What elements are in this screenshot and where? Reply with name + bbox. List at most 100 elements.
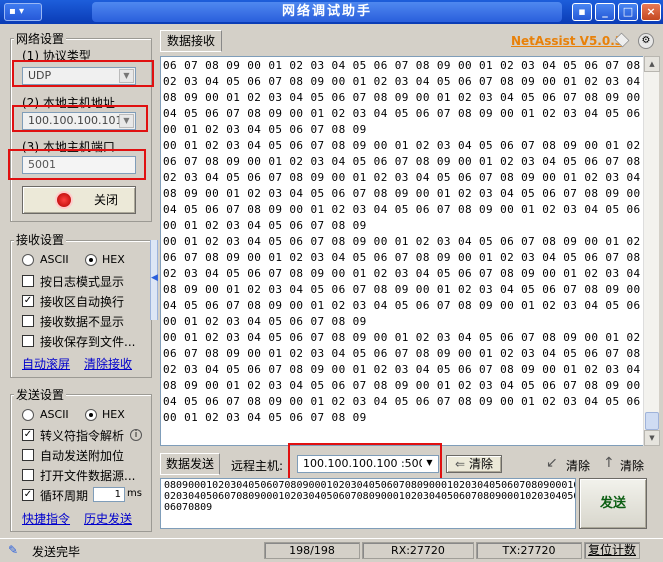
brand-link[interactable]: NetAssist V5.0.3 (511, 34, 623, 48)
status-bar: ✎ 发送完毕 198/198 RX:27720 TX:27720 复位计数 (0, 538, 663, 562)
close-connection-button[interactable]: 关闭 (22, 186, 136, 214)
cycle-input[interactable]: 1 (93, 487, 125, 502)
tab-send[interactable]: 数据发送 (160, 453, 220, 475)
recv-log-label: 按日志模式显示 (40, 275, 125, 289)
receive-line: 06 07 08 09 00 01 02 03 04 05 06 07 08 0… (163, 59, 641, 72)
tab-receive[interactable]: 数据接收 (160, 30, 222, 52)
pin-button[interactable]: ▪ (572, 3, 592, 21)
system-menu-button[interactable]: ▪ ▾ (4, 3, 42, 21)
recv-save-checkbox[interactable] (22, 335, 34, 347)
reset-count-button[interactable]: 复位计数 (584, 542, 640, 559)
highlight-remote (288, 443, 442, 480)
history-link[interactable]: 历史发送 (84, 510, 132, 527)
receive-line: 04 05 06 07 08 09 00 01 02 03 04 05 06 0… (163, 107, 641, 120)
recv-ascii-radio[interactable] (22, 254, 34, 266)
send-hex-radio[interactable] (85, 409, 97, 421)
append-label: 自动发送附加位 (40, 449, 125, 463)
send-input[interactable]: 0809000102030405060708090001020304050607… (160, 478, 576, 529)
escape-label: 转义符指令解析 (40, 429, 125, 443)
clear-receive-link[interactable]: 清除接收 (84, 355, 132, 372)
minimize-button[interactable]: _ (595, 3, 615, 21)
receive-line: 00 01 02 03 04 05 06 07 08 09 (163, 315, 367, 328)
maximize-button[interactable]: □ (618, 3, 638, 21)
clear-remote-label: 清除 (468, 457, 493, 471)
window-title: 网络调试助手 (92, 2, 562, 22)
recv-ascii-label: ASCII (40, 253, 69, 266)
recv-save-label: 接收保存到文件... (40, 335, 136, 349)
arrow-down-icon[interactable]: ↙ (546, 455, 558, 471)
status-text: 发送完毕 (32, 545, 81, 559)
highlight-protocol (12, 60, 154, 87)
receive-line: 04 05 06 07 08 09 00 01 02 03 04 05 06 0… (163, 203, 641, 216)
send-line: 0203040506070809000102030405060708090001… (164, 491, 575, 502)
cycle-checkbox[interactable]: ✓ (22, 489, 34, 501)
tx-count: TX:27720 (476, 542, 582, 559)
scroll-down-arrow[interactable]: ▼ (644, 430, 660, 446)
network-settings-title: 网络设置 (14, 30, 67, 47)
send-line: 0809000102030405060708090001020304050607… (164, 480, 575, 491)
chevron-left-icon[interactable]: ◀ (151, 273, 158, 283)
receive-line: 00 01 02 03 04 05 06 07 08 09 00 01 02 0… (163, 235, 641, 248)
send-ascii-label: ASCII (40, 408, 69, 421)
title-bar[interactable]: ▪ ▾ 网络调试助手 ▪ _ □ × (0, 0, 663, 24)
settings-icon[interactable]: ⚙ (638, 33, 654, 49)
file-source-checkbox[interactable] (22, 469, 34, 481)
panel-splitter[interactable]: ◀ (150, 240, 158, 320)
recv-hex-label: HEX (102, 253, 125, 266)
cycle-label: 循环周期 (40, 489, 89, 503)
clear-send-label[interactable]: 清除 (566, 457, 590, 474)
scroll-up-arrow[interactable]: ▲ (644, 56, 660, 72)
receive-line: 08 09 00 01 02 03 04 05 06 07 08 09 00 0… (163, 283, 641, 296)
receive-line: 08 09 00 01 02 03 04 05 06 07 08 09 00 0… (163, 379, 641, 392)
recv-hex-radio[interactable] (85, 254, 97, 266)
recv-wrap-checkbox[interactable]: ✓ (22, 295, 34, 307)
highlight-host (12, 105, 148, 132)
receive-scrollbar[interactable]: ▲ ▼ (643, 56, 660, 446)
shortcut-link[interactable]: 快捷指令 (22, 510, 70, 527)
power-icon (57, 193, 71, 207)
scroll-thumb[interactable] (645, 412, 659, 430)
receive-line: 00 01 02 03 04 05 06 07 08 09 (163, 123, 367, 136)
send-hex-label: HEX (102, 408, 125, 421)
receive-line: 02 03 04 05 06 07 08 09 00 01 02 03 04 0… (163, 267, 641, 280)
receive-line: 06 07 08 09 00 01 02 03 04 05 06 07 08 0… (163, 155, 641, 168)
recv-hide-label: 接收数据不显示 (40, 315, 125, 329)
send-button[interactable]: 发送 (579, 478, 647, 529)
recv-hide-checkbox[interactable] (22, 315, 34, 327)
rx-count: RX:27720 (362, 542, 474, 559)
close-connection-label: 关闭 (93, 193, 118, 207)
append-checkbox[interactable] (22, 449, 34, 461)
recv-log-checkbox[interactable] (22, 275, 34, 287)
receive-line: 02 03 04 05 06 07 08 09 00 01 02 03 04 0… (163, 75, 641, 88)
recv-wrap-label: 接收区自动换行 (40, 295, 125, 309)
close-button[interactable]: × (641, 3, 661, 21)
send-ascii-radio[interactable] (22, 409, 34, 421)
receive-line: 02 03 04 05 06 07 08 09 00 01 02 03 04 0… (163, 171, 641, 184)
receive-line: 04 05 06 07 08 09 00 01 02 03 04 05 06 0… (163, 299, 641, 312)
escape-checkbox[interactable]: ✓ (22, 429, 34, 441)
highlight-port (8, 149, 146, 180)
receive-line: 00 01 02 03 04 05 06 07 08 09 (163, 219, 367, 232)
receive-settings-title: 接收设置 (14, 231, 67, 248)
arrow-up-icon[interactable]: ↑ (603, 455, 615, 471)
netassist-window: ▪ ▾ 网络调试助手 ▪ _ □ × 网络设置 (1) 协议类型 UDP ▼ (2… (0, 0, 663, 562)
clear-all-label[interactable]: 清除 (620, 457, 644, 474)
file-source-label: 打开文件数据源... (40, 469, 136, 483)
info-icon[interactable]: i (130, 429, 142, 441)
remote-host-label: 远程主机: (231, 459, 284, 473)
status-icon: ✎ (8, 543, 19, 557)
frame-count: 198/198 (264, 542, 360, 559)
receive-line: 06 07 08 09 00 01 02 03 04 05 06 07 08 0… (163, 347, 641, 360)
receive-line: 00 01 02 03 04 05 06 07 08 09 00 01 02 0… (163, 139, 641, 152)
receive-line: 06 07 08 09 00 01 02 03 04 05 06 07 08 0… (163, 251, 641, 264)
send-settings-title: 发送设置 (14, 386, 67, 403)
receive-line: 00 01 02 03 04 05 06 07 08 09 (163, 411, 367, 424)
auto-scroll-link[interactable]: 自动滚屏 (22, 355, 70, 372)
receive-area[interactable]: 06 07 08 09 00 01 02 03 04 05 06 07 08 0… (160, 56, 644, 446)
receive-line: 08 09 00 01 02 03 04 05 06 07 08 09 00 0… (163, 187, 641, 200)
clear-remote-button[interactable]: ⇐ 清除 (446, 455, 502, 473)
send-line: 06070809 (164, 502, 213, 513)
receive-line: 00 01 02 03 04 05 06 07 08 09 00 01 02 0… (163, 331, 641, 344)
receive-line: 04 05 06 07 08 09 00 01 02 03 04 05 06 0… (163, 395, 641, 408)
cycle-unit: ms (127, 488, 142, 499)
